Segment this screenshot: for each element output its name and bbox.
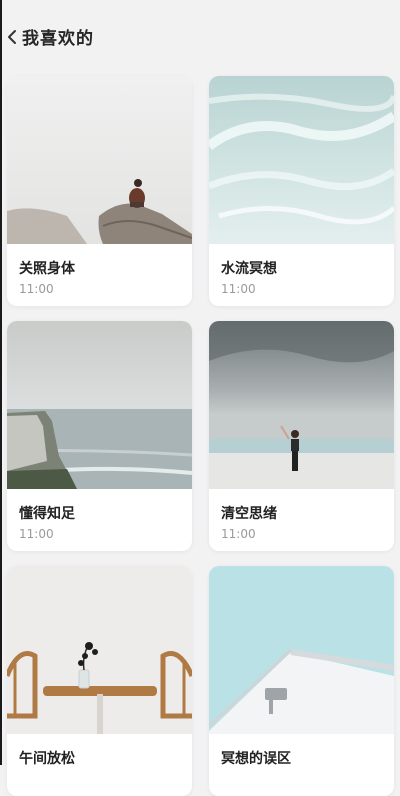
card-image [209,76,394,244]
favorite-card[interactable]: 关照身体 11:00 [7,76,192,306]
chevron-left-icon [8,30,16,44]
page-title: 我喜欢的 [22,29,94,49]
card-image [209,321,394,489]
favorite-card[interactable]: 水流冥想 11:00 [209,76,394,306]
card-title: 冥想的误区 [221,751,291,767]
favorite-card[interactable]: 午间放松 [7,566,192,796]
favorite-card[interactable]: 清空思绪 11:00 [209,321,394,551]
card-image [7,76,192,244]
card-image [7,321,192,489]
card-title: 午间放松 [19,751,75,767]
card-image [209,566,394,734]
card-time: 11:00 [221,282,256,296]
favorite-card[interactable]: 冥想的误区 [209,566,394,796]
screen-edge [0,0,2,765]
card-time: 11:00 [221,527,256,541]
card-title: 清空思绪 [221,506,277,522]
card-time: 11:00 [19,282,54,296]
card-image [7,566,192,734]
card-title: 懂得知足 [19,506,75,522]
favorite-card[interactable]: 懂得知足 11:00 [7,321,192,551]
back-button[interactable] [4,26,22,48]
card-title: 水流冥想 [221,261,277,277]
card-title: 关照身体 [19,261,75,277]
card-time: 11:00 [19,527,54,541]
header: 我喜欢的 [0,0,400,72]
